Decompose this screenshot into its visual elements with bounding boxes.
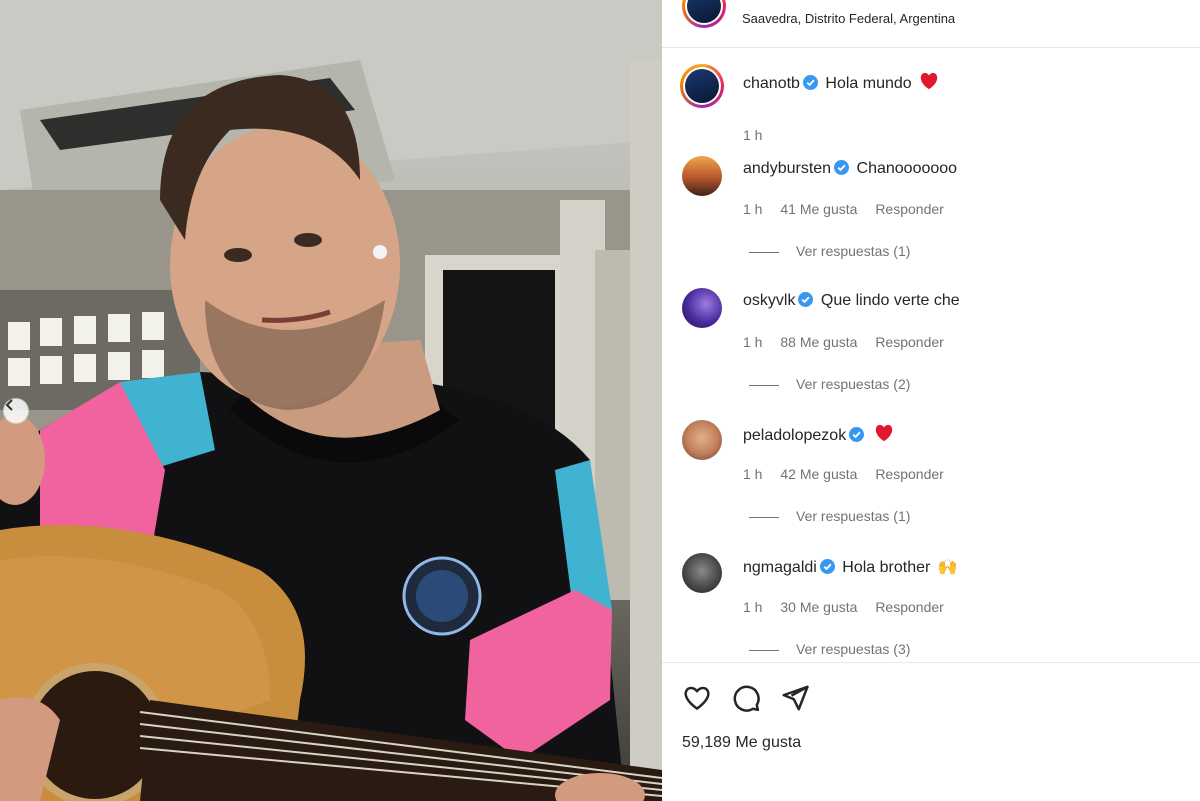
post-photo (0, 0, 662, 801)
chevron-left-icon (5, 399, 13, 411)
comment-username[interactable]: peladolopezok (743, 427, 846, 444)
verified-badge-icon (849, 427, 865, 442)
view-replies-button[interactable]: Ver respuestas (1) (749, 508, 910, 524)
comment-bubble-icon[interactable] (731, 683, 761, 713)
comment-username[interactable]: ngmagaldi (743, 559, 817, 576)
comment-text: Chanooooooo (856, 160, 958, 177)
view-replies-button[interactable]: Ver respuestas (3) (749, 641, 910, 657)
verified-badge-icon (819, 559, 835, 574)
comment-text: Que lindo verte che (820, 292, 960, 309)
verified-badge-icon (834, 160, 850, 175)
caption-text: Hola mundo (825, 75, 912, 92)
comment-time: 1 h (743, 334, 763, 350)
comment-likes[interactable]: 30 Me gusta (780, 599, 857, 615)
comment-time: 1 h (743, 599, 763, 615)
comment-time: 1 h (743, 466, 763, 482)
comment-meta: 1 h 30 Me gusta Responder (743, 599, 958, 615)
comment-likes[interactable]: 88 Me gusta (780, 334, 857, 350)
comment-username[interactable]: oskyvlk (743, 292, 795, 309)
reply-button[interactable]: Responder (875, 201, 944, 217)
caption-username[interactable]: chanotb (743, 75, 800, 92)
verified-badge-icon (802, 75, 818, 90)
paper-plane-icon[interactable] (780, 683, 810, 713)
post-side-panel: Saavedra, Distrito Federal, Argentina ch… (662, 0, 1200, 801)
view-replies-label: Ver respuestas (3) (796, 641, 911, 657)
reply-button[interactable]: Responder (875, 466, 944, 482)
caption-meta: 1 h (743, 127, 776, 143)
author-avatar[interactable] (682, 0, 726, 28)
commenter-avatar[interactable] (682, 553, 722, 593)
post-location[interactable]: Saavedra, Distrito Federal, Argentina (742, 11, 955, 26)
reply-button[interactable]: Responder (875, 599, 944, 615)
verified-badge-icon (798, 292, 814, 307)
view-replies-button[interactable]: Ver respuestas (1) (749, 243, 910, 259)
comment-time: 1 h (743, 201, 763, 217)
commenter-avatar[interactable] (682, 420, 722, 460)
post-likes-count[interactable]: 59,189 Me gusta (682, 734, 801, 752)
commenter-avatar[interactable] (682, 156, 722, 196)
view-replies-button[interactable]: Ver respuestas (2) (749, 376, 910, 392)
raised-hands-emoji-icon: 🙌 (937, 557, 958, 576)
heart-emoji-icon (875, 424, 892, 442)
comment-text: Hola brother (842, 559, 931, 576)
view-replies-label: Ver respuestas (1) (796, 508, 911, 524)
comments-list: chanotb Hola mundo 1 h andybursten Chano… (662, 48, 1200, 662)
comment-meta: 1 h 42 Me gusta Responder (743, 466, 958, 482)
carousel-prev-button[interactable] (3, 398, 29, 424)
caption-avatar[interactable] (680, 64, 724, 108)
commenter-avatar[interactable] (682, 288, 722, 328)
view-replies-label: Ver respuestas (2) (796, 376, 911, 392)
comment-meta: 1 h 88 Me gusta Responder (743, 334, 958, 350)
post-action-bar: 59,189 Me gusta (662, 662, 1200, 801)
caption-time: 1 h (743, 127, 763, 143)
comment-username[interactable]: andybursten (743, 160, 831, 177)
photo-illustration (0, 0, 662, 801)
comment-likes[interactable]: 41 Me gusta (780, 201, 857, 217)
reply-button[interactable]: Responder (875, 334, 944, 350)
heart-emoji-icon (920, 72, 938, 90)
post-header: Saavedra, Distrito Federal, Argentina (662, 0, 1200, 48)
comment-likes[interactable]: 42 Me gusta (780, 466, 857, 482)
heart-icon[interactable] (682, 683, 712, 713)
comment-meta: 1 h 41 Me gusta Responder (743, 201, 958, 217)
view-replies-label: Ver respuestas (1) (796, 243, 911, 259)
